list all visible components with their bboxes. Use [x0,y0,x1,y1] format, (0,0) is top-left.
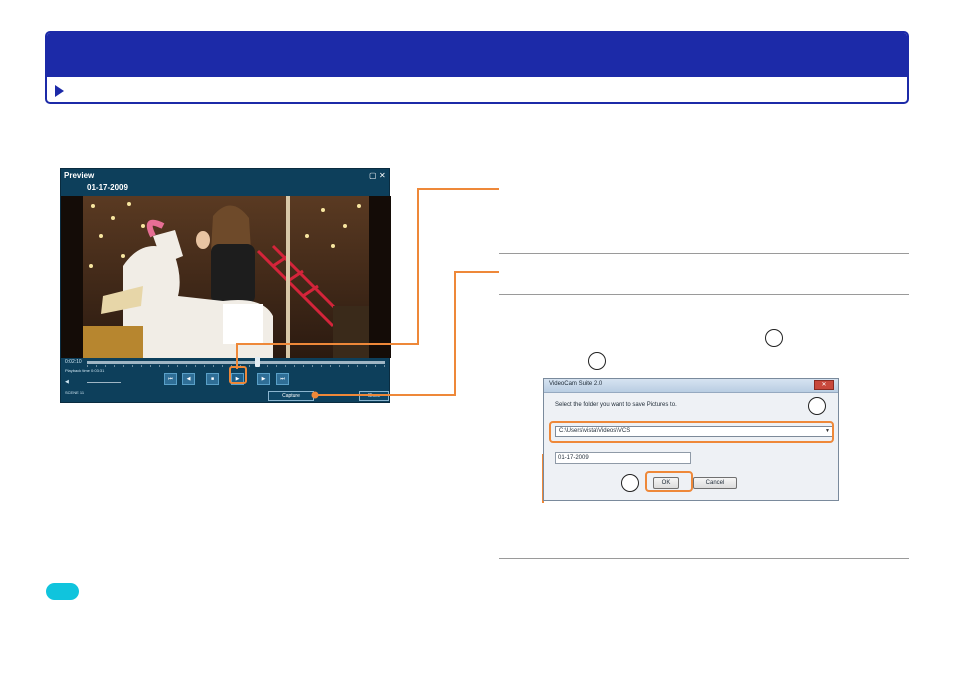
dialog-titlebar: VideoCam Suite 2.0 ✕ [544,379,838,393]
step-number-circle [765,329,783,347]
divider [499,558,909,559]
file-name-field[interactable]: 01-17-2009 [555,452,691,464]
ok-highlight [645,471,693,492]
dialog-message: Select the folder you want to save Pictu… [555,402,677,408]
divider [499,294,909,295]
folder-highlight [549,421,834,443]
callout-lines [229,188,550,503]
step-number-circle [808,397,826,415]
cancel-button[interactable]: Cancel [693,477,737,489]
dialog-title: VideoCam Suite 2.0 [549,381,603,387]
step-number-circle [588,352,606,370]
dialog-close-button[interactable]: ✕ [814,380,834,390]
divider [499,253,909,254]
step-number-circle [621,474,639,492]
tip-badge [46,583,79,600]
